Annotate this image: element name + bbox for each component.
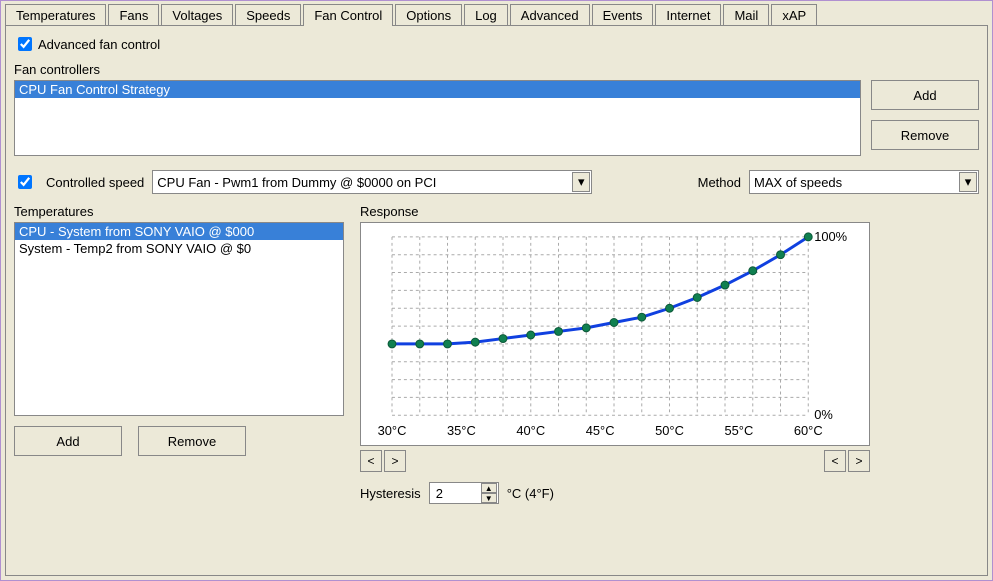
list-item[interactable]: System - Temp2 from SONY VAIO @ $0 bbox=[15, 240, 343, 257]
chart-scroll-row: < > < > bbox=[360, 450, 870, 472]
controlled-speed-value: CPU Fan - Pwm1 from Dummy @ $0000 on PCI bbox=[157, 175, 436, 190]
svg-text:50°C: 50°C bbox=[655, 423, 684, 438]
hysteresis-unit: °C (4°F) bbox=[507, 486, 554, 501]
fan-controllers-label: Fan controllers bbox=[14, 62, 979, 77]
svg-text:35°C: 35°C bbox=[447, 423, 476, 438]
svg-text:55°C: 55°C bbox=[724, 423, 753, 438]
tab-mail[interactable]: Mail bbox=[723, 4, 769, 26]
hysteresis-value: 2 bbox=[436, 486, 443, 501]
tab-advanced[interactable]: Advanced bbox=[510, 4, 590, 26]
tab-events[interactable]: Events bbox=[592, 4, 654, 26]
chevron-down-icon[interactable]: ▾ bbox=[572, 172, 590, 192]
chart-max-left-button[interactable]: < bbox=[824, 450, 846, 472]
hysteresis-spinbox[interactable]: 2 ▲ ▼ bbox=[429, 482, 499, 504]
list-item[interactable]: CPU - System from SONY VAIO @ $000 bbox=[15, 223, 343, 240]
response-chart: 30°C 35°C 40°C 45°C 50°C 55°C 60°C 100% 0% bbox=[360, 222, 870, 446]
temperatures-label: Temperatures bbox=[14, 204, 344, 219]
fan-controllers-block: Fan controllers CPU Fan Control Strategy… bbox=[14, 62, 979, 156]
svg-text:30°C: 30°C bbox=[378, 423, 407, 438]
list-item[interactable]: CPU Fan Control Strategy bbox=[15, 81, 860, 98]
svg-text:100%: 100% bbox=[814, 229, 847, 244]
tab-speeds[interactable]: Speeds bbox=[235, 4, 301, 26]
tab-fans[interactable]: Fans bbox=[108, 4, 159, 26]
response-label: Response bbox=[360, 204, 979, 219]
svg-text:40°C: 40°C bbox=[516, 423, 545, 438]
advanced-fan-control-checkbox[interactable] bbox=[18, 37, 32, 51]
tab-xap[interactable]: xAP bbox=[771, 4, 817, 26]
chart-max-right-button[interactable]: > bbox=[848, 450, 870, 472]
method-value: MAX of speeds bbox=[754, 175, 842, 190]
controlled-speed-label: Controlled speed bbox=[46, 175, 144, 190]
lower-block: Temperatures CPU - System from SONY VAIO… bbox=[14, 204, 979, 504]
advanced-fan-control-label: Advanced fan control bbox=[38, 37, 160, 52]
controlled-speed-checkbox[interactable] bbox=[18, 175, 32, 189]
controlled-speed-row: Controlled speed CPU Fan - Pwm1 from Dum… bbox=[14, 170, 979, 194]
tabstrip: TemperaturesFansVoltagesSpeedsFan Contro… bbox=[5, 1, 992, 25]
chevron-down-icon[interactable]: ▾ bbox=[959, 172, 977, 192]
temperatures-column: Temperatures CPU - System from SONY VAIO… bbox=[14, 204, 344, 504]
spin-down-icon[interactable]: ▼ bbox=[481, 493, 497, 503]
tab-log[interactable]: Log bbox=[464, 4, 508, 26]
tab-options[interactable]: Options bbox=[395, 4, 462, 26]
method-label: Method bbox=[698, 175, 741, 190]
add-controller-button[interactable]: Add bbox=[871, 80, 979, 110]
advanced-fan-control-row: Advanced fan control bbox=[14, 34, 979, 54]
svg-text:60°C: 60°C bbox=[794, 423, 823, 438]
tab-temperatures[interactable]: Temperatures bbox=[5, 4, 106, 26]
remove-temperature-button[interactable]: Remove bbox=[138, 426, 246, 456]
spin-up-icon[interactable]: ▲ bbox=[481, 483, 497, 493]
tab-voltages[interactable]: Voltages bbox=[161, 4, 233, 26]
svg-text:45°C: 45°C bbox=[586, 423, 615, 438]
svg-text:0%: 0% bbox=[814, 407, 833, 422]
tab-fan-control[interactable]: Fan Control bbox=[303, 4, 393, 26]
hysteresis-row: Hysteresis 2 ▲ ▼ °C (4°F) bbox=[360, 482, 979, 504]
chart-min-right-button[interactable]: > bbox=[384, 450, 406, 472]
chart-min-left-button[interactable]: < bbox=[360, 450, 382, 472]
remove-controller-button[interactable]: Remove bbox=[871, 120, 979, 150]
app-root: TemperaturesFansVoltagesSpeedsFan Contro… bbox=[0, 0, 993, 581]
tab-internet[interactable]: Internet bbox=[655, 4, 721, 26]
controlled-speed-dropdown[interactable]: CPU Fan - Pwm1 from Dummy @ $0000 on PCI… bbox=[152, 170, 592, 194]
method-dropdown[interactable]: MAX of speeds ▾ bbox=[749, 170, 979, 194]
response-column: Response 30°C 35°C 40°C 45°C 50°C 55°C 60°C 100… bbox=[360, 204, 979, 504]
temperatures-listbox[interactable]: CPU - System from SONY VAIO @ $000System… bbox=[14, 222, 344, 416]
hysteresis-label: Hysteresis bbox=[360, 486, 421, 501]
fan-controllers-listbox[interactable]: CPU Fan Control Strategy bbox=[14, 80, 861, 156]
add-temperature-button[interactable]: Add bbox=[14, 426, 122, 456]
tab-panel-fan-control: Advanced fan control Fan controllers CPU… bbox=[5, 25, 988, 576]
